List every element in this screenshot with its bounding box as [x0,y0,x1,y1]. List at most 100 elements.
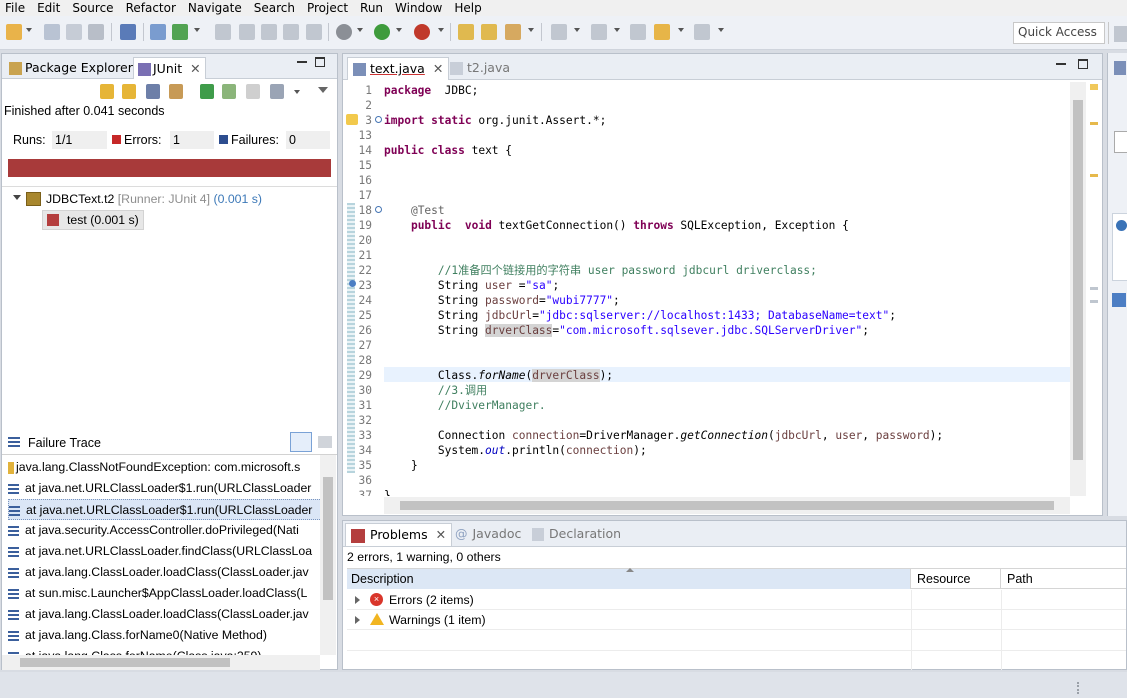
expand-icon[interactable] [355,596,360,604]
menu-file[interactable]: File [0,1,32,16]
code-line: 15 [343,158,1070,173]
code-editor[interactable]: 1 package JDBC; 2 3 import static org.junit.… [343,82,1070,496]
rerun-test-icon[interactable] [200,84,214,99]
maximize-icon[interactable] [1078,59,1088,69]
tab-t2-java[interactable]: t2.java [445,57,515,80]
tool-icon[interactable] [239,24,255,40]
trace-line[interactable]: at java.net.URLClassLoader$1.run(URLClas… [8,499,322,520]
perspective-icon[interactable] [1114,26,1127,42]
trace-line[interactable]: at java.lang.Class.forName0(Native Metho… [8,625,322,646]
line-number: 30 [358,384,372,397]
trace-line[interactable]: at java.security.AccessController.doPriv… [8,520,322,541]
menu-navigate[interactable]: Navigate [183,1,249,16]
outline-icon[interactable] [1114,61,1126,75]
filter-stack-button[interactable] [290,432,312,452]
test-run-history-icon[interactable] [270,84,284,99]
run-external-icon[interactable] [414,24,430,40]
next-failure-icon[interactable] [100,84,114,99]
problems-row-warnings[interactable]: Warnings (1 item) [347,610,1126,630]
trace-line[interactable]: at sun.misc.Launcher$AppClassLoader.load… [8,583,322,604]
tool-icon[interactable] [261,24,277,40]
trace-line[interactable]: at java.net.URLClassLoader.findClass(URL… [8,541,322,562]
debug-icon[interactable] [336,24,352,40]
close-icon[interactable]: ✕ [190,61,200,76]
scrollbar-thumb[interactable] [323,477,333,600]
java-file-icon [353,63,366,76]
scrollbar-thumb[interactable] [1073,100,1083,460]
close-icon[interactable]: ✕ [436,527,446,542]
trace-line[interactable]: java.lang.ClassNotFoundException: com.mi… [8,457,322,478]
trace-line[interactable]: at java.lang.ClassLoader.loadClass(Class… [8,604,322,625]
column-path[interactable]: Path [1001,569,1126,589]
menu-search[interactable]: Search [249,1,302,16]
problems-summary: 2 errors, 1 warning, 0 others [347,550,501,564]
stop-icon[interactable] [246,84,260,99]
trace-scrollbar[interactable] [320,455,336,655]
line-number: 31 [358,399,372,412]
code-line: 34 System.out.println(connection); [343,443,1070,458]
tab-package-explorer[interactable]: Package Explorer [5,57,137,79]
show-failures-only-icon[interactable] [146,84,160,99]
minimize-icon[interactable] [1056,63,1066,65]
menu-help[interactable]: Help [449,1,488,16]
open-folder-icon[interactable] [458,24,474,40]
tab-text-java[interactable]: text.java ✕ [347,57,450,80]
refresh-icon[interactable] [172,24,188,40]
new-dropdown-icon[interactable] [26,28,32,32]
tool-icon[interactable] [215,24,231,40]
expand-icon[interactable] [355,616,360,624]
menu-window[interactable]: Window [390,1,449,16]
trace-line[interactable]: at java.net.URLClassLoader$1.run(URLClas… [8,478,322,499]
close-icon[interactable]: ✕ [433,61,443,76]
compare-result-icon[interactable] [318,436,332,448]
hscrollbar-thumb[interactable] [400,501,1054,510]
tab-problems[interactable]: Problems ✕ [345,523,453,546]
menu-edit[interactable]: Edit [32,1,67,16]
previous-failure-icon[interactable] [122,84,136,99]
tree-expand-icon[interactable] [13,195,21,200]
problems-row-errors[interactable]: × Errors (2 items) [347,590,1126,610]
save-icon[interactable] [44,24,60,40]
code-text: @Test [410,204,445,217]
scroll-lock-icon[interactable] [169,84,183,99]
editor-vscrollbar[interactable] [1070,82,1086,496]
rerun-failed-icon[interactable] [222,84,236,99]
view-menu-icon[interactable] [318,87,328,93]
trace-hscrollbar[interactable] [2,655,320,670]
editor-hscrollbar[interactable] [384,497,1070,514]
hscrollbar-thumb[interactable] [20,658,230,667]
menu-source[interactable]: Source [67,1,120,16]
open-type-icon[interactable] [150,24,166,40]
tab-declaration[interactable]: Declaration [527,523,626,546]
maximize-icon[interactable] [315,57,325,67]
tool-icon[interactable] [283,24,299,40]
code-line: 23 String user ="sa"; [343,278,1070,293]
run-icon[interactable] [374,24,390,40]
tool-icon[interactable] [306,24,322,40]
back-icon[interactable] [654,24,670,40]
filter-input[interactable] [1114,131,1127,153]
print-icon[interactable] [88,24,104,40]
trace-line[interactable]: at java.lang.ClassLoader.loadClass(Class… [8,562,322,583]
tree-item-jdbctext[interactable]: JDBCText.t2 [Runner: JUnit 4] (0.001 s) [46,192,262,206]
save-all-icon[interactable] [66,24,82,40]
last-edit-icon[interactable] [630,24,646,40]
quick-access-input[interactable]: Quick Access [1013,22,1105,44]
task-list-icon[interactable] [1112,293,1126,307]
pen-icon[interactable] [505,24,521,40]
menu-refactor[interactable]: Refactor [121,1,183,16]
skip-breakpoints-icon[interactable] [120,24,136,40]
open-folder-icon[interactable] [481,24,497,40]
forward-icon[interactable] [694,24,710,40]
minimize-icon[interactable] [297,61,307,63]
column-resource[interactable]: Resource [911,569,1001,589]
annotation-nav-icon[interactable] [591,24,607,40]
annotation-nav-icon[interactable] [551,24,567,40]
column-description[interactable]: Description [347,569,911,589]
menu-run[interactable]: Run [355,1,390,16]
tree-item-test[interactable]: test (0.001 s) [42,210,144,230]
new-icon[interactable] [6,24,22,40]
tab-javadoc[interactable]: @ Javadoc [450,523,526,546]
menu-project[interactable]: Project [302,1,355,16]
tab-junit[interactable]: JUnit ✕ [133,57,206,79]
